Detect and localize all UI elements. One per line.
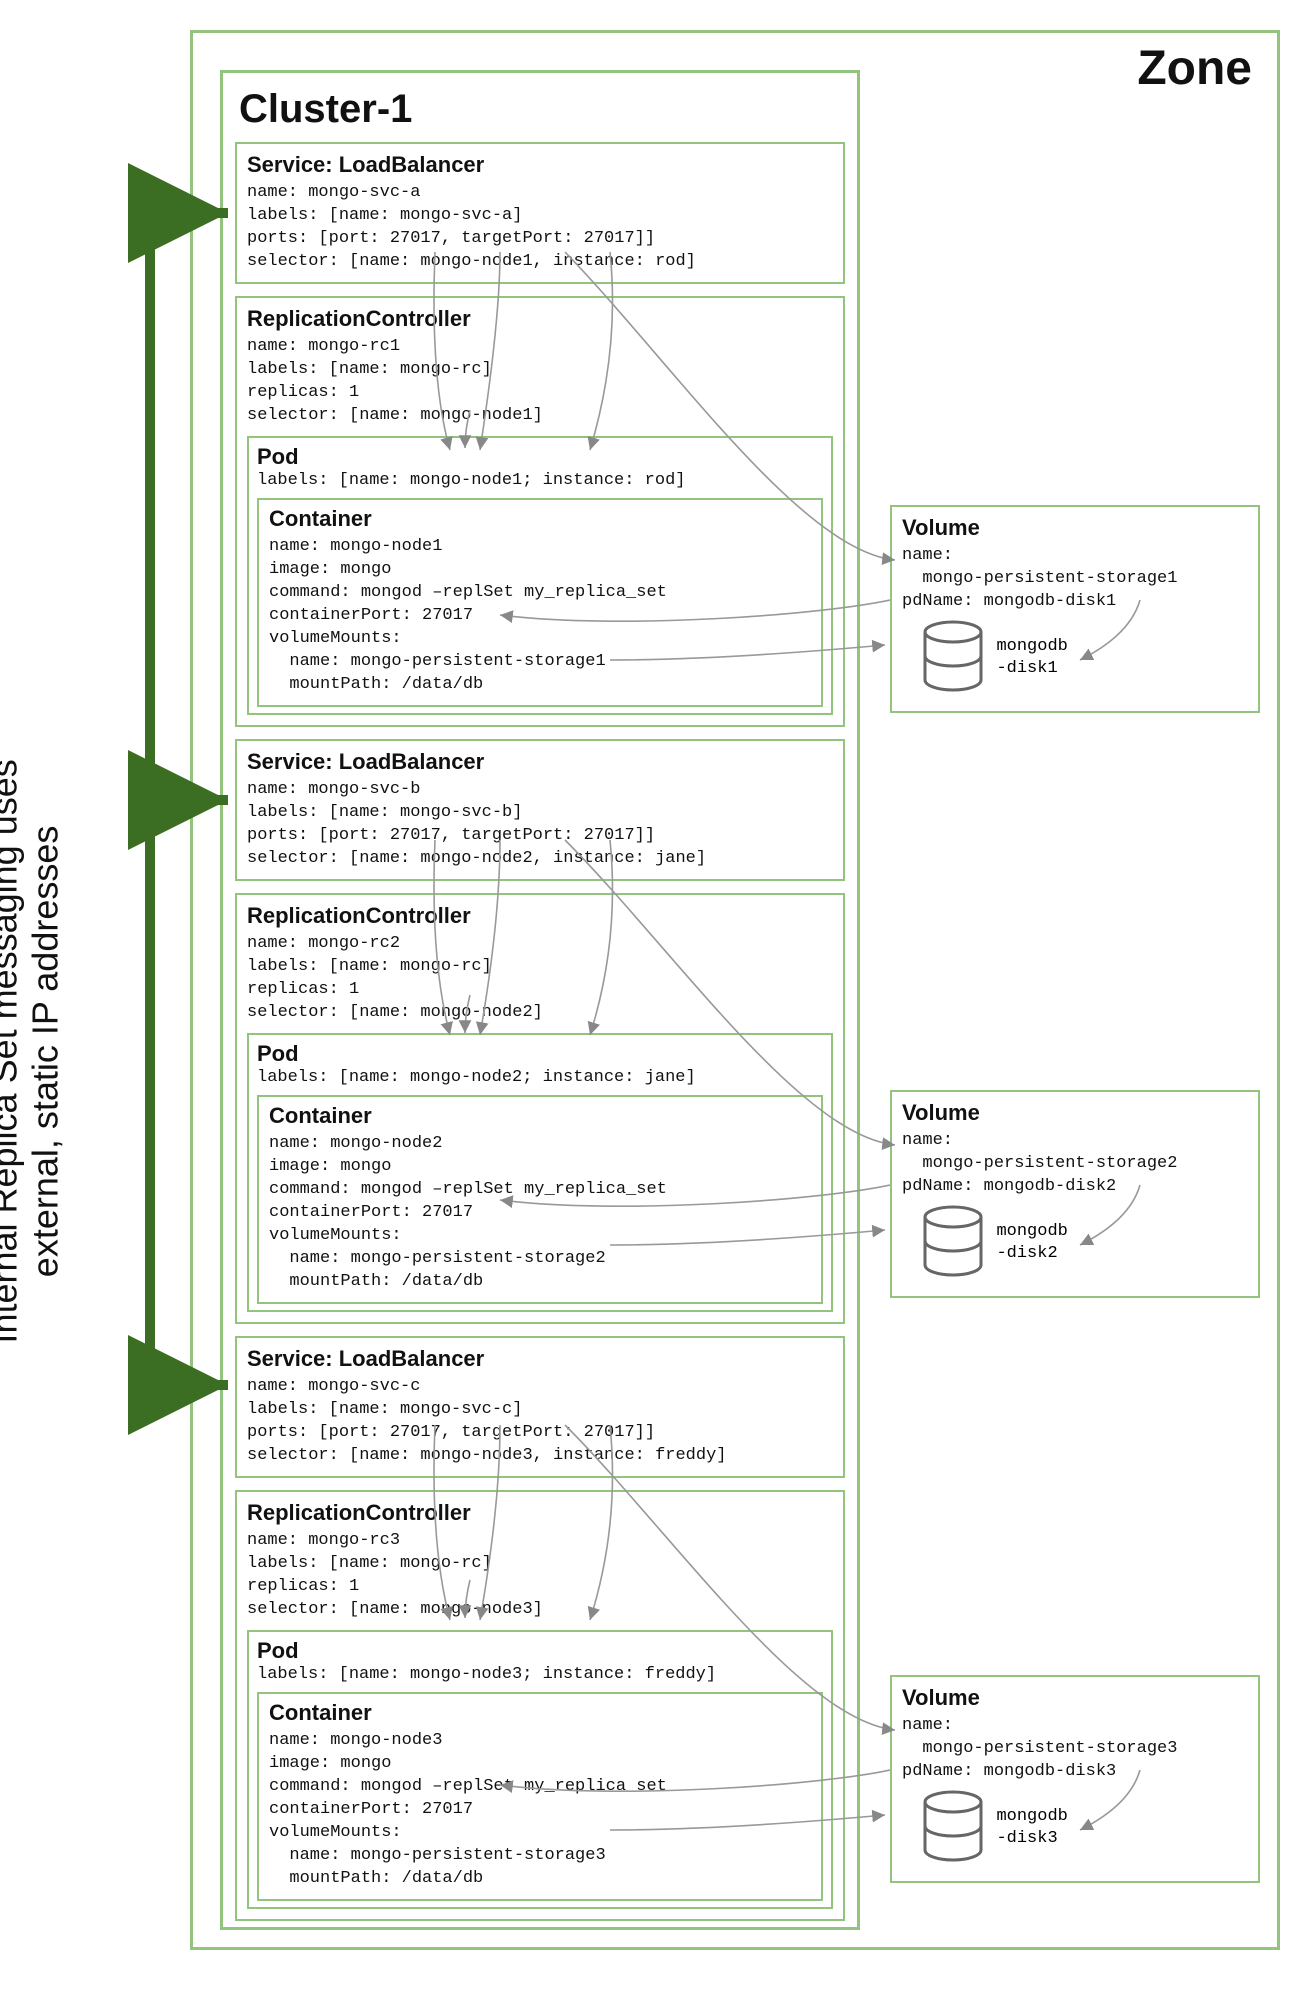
pod-title: Pod <box>257 444 299 469</box>
pod-box-1: Pod labels: [name: mongo-node1; instance… <box>247 436 833 716</box>
database-icon <box>920 620 986 701</box>
rc-title: ReplicationController <box>247 903 833 929</box>
service-body: name: mongo-svc-b labels: [name: mongo-s… <box>247 779 833 871</box>
service-box-a: Service: LoadBalancer name: mongo-svc-a … <box>235 142 845 284</box>
container-title: Container <box>269 506 811 532</box>
volume-box-1: Volume name: mongo-persistent-storage1 p… <box>890 505 1260 713</box>
disk-label: mongodb -disk2 <box>996 1221 1067 1265</box>
rc-title: ReplicationController <box>247 306 833 332</box>
disk-label: mongodb -disk3 <box>996 1806 1067 1850</box>
volume-title: Volume <box>902 1100 1248 1126</box>
pod-box-3: Pod labels: [name: mongo-node3; instance… <box>247 1630 833 1910</box>
volume-body: name: mongo-persistent-storage1 pdName: … <box>902 545 1248 614</box>
cluster-box: Cluster-1 Service: LoadBalancer name: mo… <box>220 70 860 1930</box>
volume-title: Volume <box>902 1685 1248 1711</box>
diagram-canvas: Internal Replica Set messaging uses exte… <box>20 20 1295 1980</box>
zone-title: Zone <box>1137 41 1252 96</box>
service-body: name: mongo-svc-c labels: [name: mongo-s… <box>247 1376 833 1468</box>
pod-title: Pod <box>257 1638 299 1663</box>
rc-title: ReplicationController <box>247 1500 833 1526</box>
volume-body: name: mongo-persistent-storage2 pdName: … <box>902 1130 1248 1199</box>
service-box-b: Service: LoadBalancer name: mongo-svc-b … <box>235 739 845 881</box>
rc-box-2: ReplicationController name: mongo-rc2 la… <box>235 893 845 1324</box>
container-title: Container <box>269 1103 811 1129</box>
database-icon <box>920 1790 986 1871</box>
container-body: name: mongo-node2 image: mongo command: … <box>269 1133 811 1294</box>
container-box-2: Container name: mongo-node2 image: mongo… <box>257 1095 823 1304</box>
service-title: Service: LoadBalancer <box>247 1346 833 1372</box>
volume-body: name: mongo-persistent-storage3 pdName: … <box>902 1715 1248 1784</box>
side-annotation: Internal Replica Set messaging uses exte… <box>0 351 66 1751</box>
rc-body: name: mongo-rc2 labels: [name: mongo-rc]… <box>247 933 833 1025</box>
rc-box-3: ReplicationController name: mongo-rc3 la… <box>235 1490 845 1921</box>
pod-labels: labels: [name: mongo-node3; instance: fr… <box>257 1664 823 1687</box>
container-box-3: Container name: mongo-node3 image: mongo… <box>257 1692 823 1901</box>
service-title: Service: LoadBalancer <box>247 152 833 178</box>
service-body: name: mongo-svc-a labels: [name: mongo-s… <box>247 182 833 274</box>
rc-body: name: mongo-rc1 labels: [name: mongo-rc]… <box>247 336 833 428</box>
cluster-title: Cluster-1 <box>239 87 841 132</box>
disk-label: mongodb -disk1 <box>996 636 1067 680</box>
pod-title: Pod <box>257 1041 299 1066</box>
pod-labels: labels: [name: mongo-node2; instance: ja… <box>257 1067 823 1090</box>
database-icon <box>920 1205 986 1286</box>
volume-title: Volume <box>902 515 1248 541</box>
container-title: Container <box>269 1700 811 1726</box>
volume-box-3: Volume name: mongo-persistent-storage3 p… <box>890 1675 1260 1883</box>
container-body: name: mongo-node3 image: mongo command: … <box>269 1730 811 1891</box>
service-title: Service: LoadBalancer <box>247 749 833 775</box>
volume-box-2: Volume name: mongo-persistent-storage2 p… <box>890 1090 1260 1298</box>
container-box-1: Container name: mongo-node1 image: mongo… <box>257 498 823 707</box>
rc-body: name: mongo-rc3 labels: [name: mongo-rc]… <box>247 1530 833 1622</box>
container-body: name: mongo-node1 image: mongo command: … <box>269 536 811 697</box>
service-box-c: Service: LoadBalancer name: mongo-svc-c … <box>235 1336 845 1478</box>
pod-labels: labels: [name: mongo-node1; instance: ro… <box>257 470 823 493</box>
pod-box-2: Pod labels: [name: mongo-node2; instance… <box>247 1033 833 1313</box>
rc-box-1: ReplicationController name: mongo-rc1 la… <box>235 296 845 727</box>
